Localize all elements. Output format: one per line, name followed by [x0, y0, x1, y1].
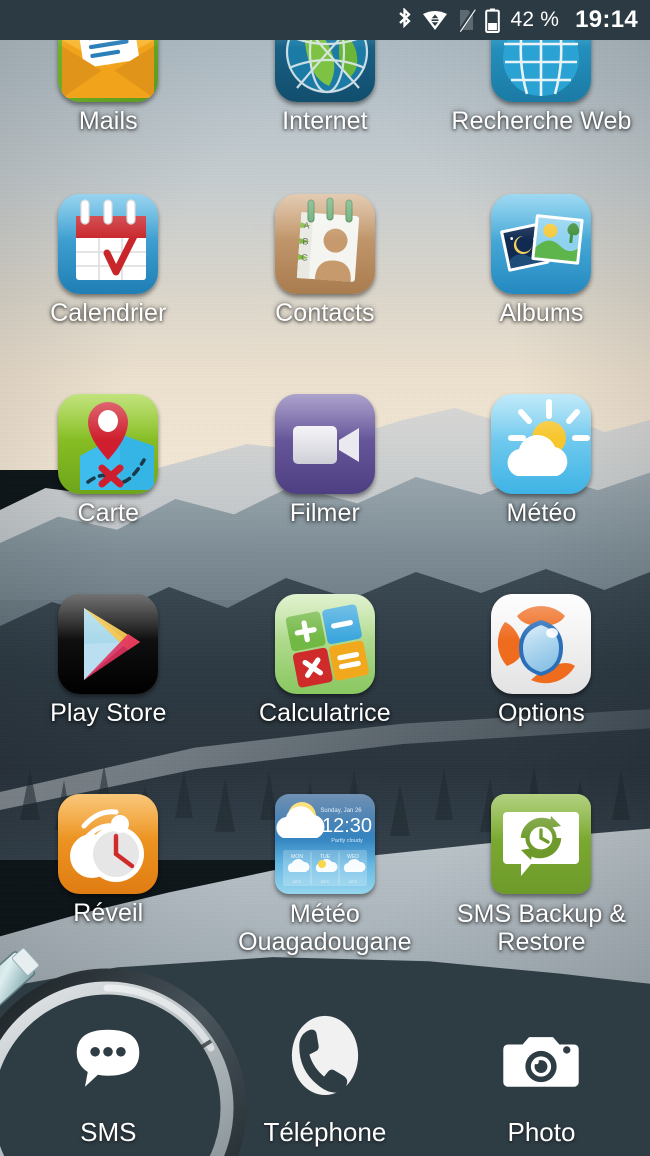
app-row-3: Carte Filmer Météo: [0, 394, 650, 527]
dock-item-sms[interactable]: SMS: [0, 1015, 217, 1156]
app-icon-sms-backup-restore[interactable]: SMS Backup & Restore: [433, 794, 650, 956]
video-camera-icon: [274, 394, 375, 494]
app-label: Carte: [77, 499, 140, 527]
widget-date: Sunday, Jan 26: [320, 808, 362, 814]
app-label: Météo Ouagadougane: [238, 900, 412, 956]
app-icon-options[interactable]: Options: [433, 594, 650, 727]
sim-off-icon: [458, 8, 477, 32]
app-label: SMS Backup & Restore: [457, 900, 626, 956]
app-label: Albums: [499, 299, 584, 327]
play-store-icon: [58, 594, 159, 694]
app-row-4: Play Store Calculatrice Options: [0, 594, 650, 727]
svg-text:C: C: [301, 252, 309, 262]
battery-percent-label: 42 %: [510, 8, 560, 31]
app-icon-reveil[interactable]: Réveil: [0, 794, 217, 956]
widget-temp-mon: 10°C: [292, 879, 301, 884]
contacts-notebook-icon: A B C: [274, 194, 375, 294]
weather-widget-icon: Sunday, Jan 26 12:30 Partly cloudy MON T…: [274, 794, 375, 894]
app-row-5: Réveil Sunday, Jan 26 12:30 Partly cloud…: [0, 794, 650, 956]
app-icon-meteo[interactable]: Météo: [433, 394, 650, 527]
dock-label: SMS: [80, 1117, 137, 1147]
app-label: Options: [498, 699, 585, 727]
options-petals-icon: [491, 594, 592, 694]
map-pin-icon: [58, 394, 159, 494]
widget-day-tue: TUE: [320, 854, 331, 860]
app-label: Play Store: [50, 699, 167, 727]
dock-item-telephone[interactable]: Téléphone: [217, 1015, 434, 1156]
app-label: Contacts: [275, 299, 375, 327]
calculator-icon: [274, 594, 375, 694]
app-icon-albums[interactable]: Albums: [433, 194, 650, 327]
widget-condition: Partly cloudy: [331, 838, 363, 844]
widget-day-mon: MON: [291, 854, 303, 860]
app-label: Calendrier: [50, 299, 167, 327]
wifi-icon: [423, 11, 448, 30]
app-icon-play-store[interactable]: Play Store: [0, 594, 217, 727]
status-clock: 19:14: [575, 6, 638, 33]
app-icon-meteo-widget[interactable]: Sunday, Jan 26 12:30 Partly cloudy MON T…: [217, 794, 434, 956]
app-grid: Mails Internet Recherche Web Calendrier …: [0, 2, 650, 958]
app-label: Météo: [506, 499, 577, 527]
app-row-2: Calendrier A B C Contacts Albums: [0, 194, 650, 327]
app-label: Réveil: [73, 899, 144, 927]
widget-temp-tue: 10°C: [320, 879, 329, 884]
phone-handset-icon: [279, 1015, 371, 1107]
app-icon-contacts[interactable]: A B C Contacts: [217, 194, 434, 327]
app-label: Calculatrice: [258, 699, 391, 727]
sms-backup-restore-icon: [491, 794, 592, 894]
app-label: Mails: [78, 107, 138, 135]
app-label: Recherche Web: [451, 107, 632, 135]
status-bar[interactable]: 42 % 19:14: [0, 0, 650, 40]
sun-cloud-icon: [491, 394, 592, 494]
widget-temp-wed: 10°C: [348, 879, 357, 884]
widget-time: 12:30: [322, 815, 372, 837]
app-label-line1: SMS Backup &: [456, 900, 627, 928]
alarm-clock-icon: [58, 794, 159, 894]
home-screen: 42 % 19:14 Mails Internet Recherche Web …: [0, 0, 650, 1156]
app-label: Filmer: [289, 499, 360, 527]
battery-icon: [485, 8, 501, 33]
svg-text:B: B: [302, 236, 309, 246]
app-label: Internet: [282, 107, 368, 135]
app-icon-filmer[interactable]: Filmer: [217, 394, 434, 527]
app-label-line1: Météo: [289, 900, 360, 928]
app-icon-calendrier[interactable]: Calendrier: [0, 194, 217, 327]
dock-label: Photo: [507, 1117, 576, 1147]
app-icon-carte[interactable]: Carte: [0, 394, 217, 527]
calendar-icon: [58, 194, 159, 294]
dock-item-photo[interactable]: Photo: [433, 1015, 650, 1156]
photo-albums-icon: [491, 194, 592, 294]
widget-day-wed: WED: [347, 854, 359, 860]
camera-icon: [495, 1015, 587, 1107]
dock: SMS Téléphone Photo: [0, 951, 650, 1156]
speech-bubble-icon: [62, 1015, 154, 1107]
app-icon-calculatrice[interactable]: Calculatrice: [217, 594, 434, 727]
dock-label: Téléphone: [263, 1117, 387, 1147]
bluetooth-icon: [399, 7, 412, 28]
